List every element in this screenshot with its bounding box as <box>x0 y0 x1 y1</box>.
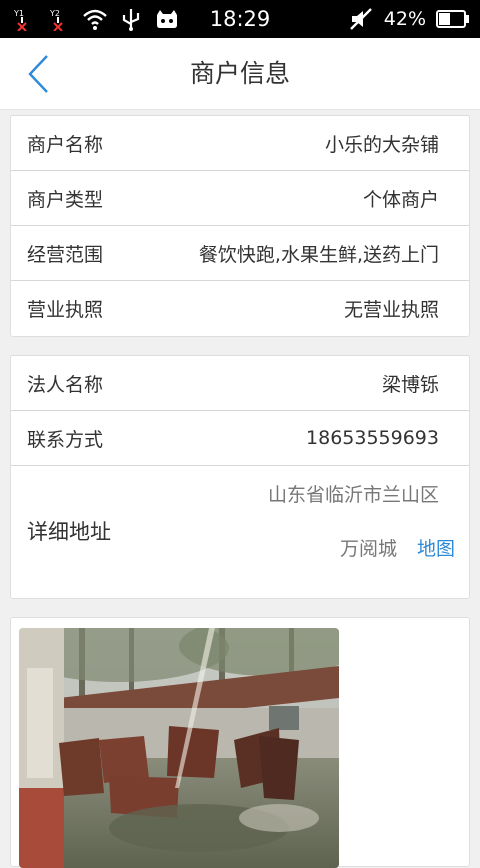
battery-percent: 42% <box>383 8 426 30</box>
legal-person-card: 法人名称 梁博铄 联系方式 18653559693 详细地址 山东省临沂市兰山区… <box>10 355 470 599</box>
svg-text:Y2: Y2 <box>49 9 60 18</box>
storefront-photo-image <box>19 628 339 868</box>
address-line-2: 万阅城 <box>339 538 397 560</box>
storefront-photo[interactable] <box>19 628 339 868</box>
merchant-type-label: 商户类型 <box>27 188 104 211</box>
signal-2-icon: Y2 <box>49 9 63 31</box>
game-icon <box>157 10 177 28</box>
address-row: 详细地址 山东省临沂市兰山区 万阅城 地图 <box>11 466 469 594</box>
photo-card <box>10 617 470 868</box>
chevron-left-icon <box>28 55 48 93</box>
business-scope-row: 经营范围 餐饮快跑,水果生鲜,送药上门 <box>11 226 469 281</box>
contact-row: 联系方式 18653559693 <box>11 411 469 466</box>
business-license-row: 营业执照 无营业执照 <box>11 281 469 336</box>
merchant-name-row: 商户名称 小乐的大杂铺 <box>11 116 469 171</box>
title-bar: 商户信息 <box>0 38 480 110</box>
merchant-type-row: 商户类型 个体商户 <box>11 171 469 226</box>
business-scope-value: 餐饮快跑,水果生鲜,送药上门 <box>198 243 439 266</box>
usb-icon <box>122 9 140 31</box>
legal-person-value: 梁博铄 <box>381 373 439 396</box>
status-bar: Y1 Y2 42% 18:29 <box>0 0 480 38</box>
status-right: 42% <box>348 7 470 31</box>
address-label: 详细地址 <box>27 520 111 544</box>
merchant-name-label: 商户名称 <box>27 133 104 156</box>
contact-value[interactable]: 18653559693 <box>306 427 439 449</box>
back-button[interactable] <box>18 48 58 100</box>
svg-text:Y1: Y1 <box>13 9 24 18</box>
legal-person-row: 法人名称 梁博铄 <box>11 356 469 411</box>
map-link[interactable]: 地图 <box>417 534 455 561</box>
mute-icon <box>349 8 372 30</box>
battery-icon <box>436 10 469 28</box>
page-title: 商户信息 <box>189 59 290 88</box>
status-left: Y1 Y2 <box>10 7 180 31</box>
wifi-icon <box>83 9 107 30</box>
business-license-label: 营业执照 <box>27 299 104 321</box>
address-line-1: 山东省临沂市兰山区 <box>267 484 439 506</box>
legal-person-label: 法人名称 <box>27 373 104 396</box>
contact-label: 联系方式 <box>27 428 104 451</box>
signal-1-icon: Y1 <box>13 9 27 31</box>
merchant-name-value: 小乐的大杂铺 <box>324 133 439 156</box>
merchant-info-card: 商户名称 小乐的大杂铺 商户类型 个体商户 经营范围 餐饮快跑,水果生鲜,送药上… <box>10 115 470 337</box>
merchant-type-value: 个体商户 <box>362 188 439 211</box>
business-scope-label: 经营范围 <box>27 243 104 266</box>
business-license-value: 无营业执照 <box>343 299 439 321</box>
